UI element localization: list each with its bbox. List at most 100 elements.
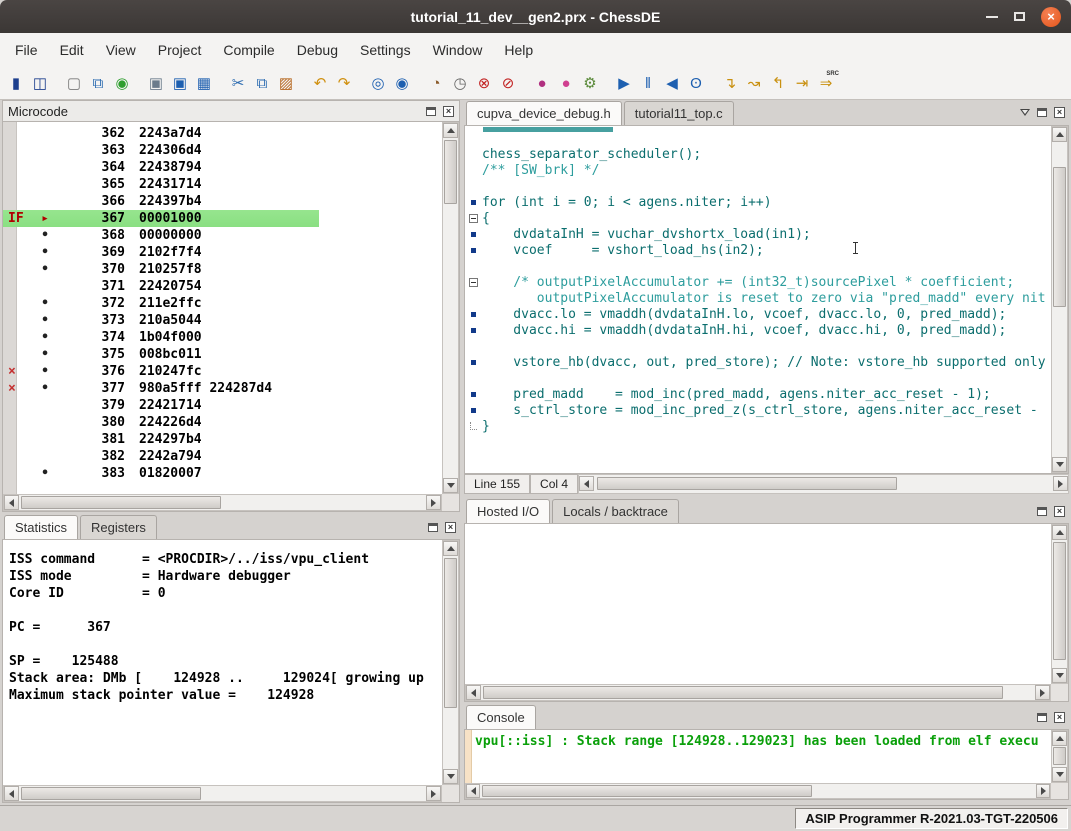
scroll-right-button[interactable] — [426, 495, 441, 510]
step-source-icon[interactable]: ⇒SRC — [815, 72, 837, 94]
menu-item-window[interactable]: Window — [422, 36, 494, 64]
code-line[interactable]: outputPixelAccumulator is reset to zero … — [465, 290, 1051, 306]
editor-horizontal-scrollbar[interactable] — [578, 474, 1069, 494]
console-horizontal-scrollbar[interactable] — [465, 783, 1051, 799]
scrollbar-thumb[interactable] — [482, 785, 812, 797]
project-view-icon[interactable]: ▮ — [5, 72, 27, 94]
open-file-icon[interactable]: ⧉ — [87, 72, 109, 94]
reset-icon[interactable]: ◀ — [661, 72, 683, 94]
microcode-row-372[interactable]: •372211e2ffc — [3, 295, 442, 312]
breakpoint-icon[interactable]: ● — [531, 72, 553, 94]
code-line[interactable]: /* outputPixelAccumulator += (int32_t)so… — [465, 274, 1051, 290]
save-as-icon[interactable]: ▣ — [145, 72, 167, 94]
microcode-row-369[interactable]: •3692102f7f4 — [3, 244, 442, 261]
tab-statistics[interactable]: Statistics — [4, 515, 78, 539]
scroll-left-button[interactable] — [466, 685, 481, 700]
scrollbar-thumb[interactable] — [444, 140, 457, 204]
scrollbar-thumb[interactable] — [21, 496, 221, 509]
microcode-row-366[interactable]: 366224397b4 — [3, 193, 442, 210]
scrollbar-thumb[interactable] — [483, 686, 1003, 699]
code-line[interactable]: dvacc.lo = vmaddh(dvdataInH.lo, vcoef, d… — [465, 306, 1051, 322]
microcode-restore-panel-icon[interactable] — [426, 107, 436, 116]
code-line[interactable]: chess_separator_scheduler(); — [465, 146, 1051, 162]
cut-icon[interactable]: ✂ — [227, 72, 249, 94]
scroll-down-button[interactable] — [1052, 668, 1067, 683]
statistics-restore-panel-icon[interactable] — [428, 523, 438, 532]
build-timed-icon[interactable]: ◷ — [449, 72, 471, 94]
scroll-up-button[interactable] — [1052, 525, 1067, 540]
menu-item-compile[interactable]: Compile — [212, 36, 285, 64]
code-line[interactable]: dvacc.hi = vmaddh(dvdataInH.hi, vcoef, d… — [465, 322, 1051, 338]
scroll-down-button[interactable] — [443, 478, 458, 493]
console-close-panel-icon[interactable]: × — [1054, 712, 1065, 723]
watchpoint-icon[interactable]: ● — [555, 72, 577, 94]
console-restore-panel-icon[interactable] — [1037, 713, 1047, 722]
code-line[interactable] — [465, 258, 1051, 274]
microcode-horizontal-scrollbar[interactable] — [3, 494, 442, 511]
save-icon[interactable]: ▣ — [169, 72, 191, 94]
find-next-icon[interactable]: ◉ — [391, 72, 413, 94]
scrollbar-thumb[interactable] — [1053, 747, 1066, 765]
menu-item-settings[interactable]: Settings — [349, 36, 422, 64]
reload-file-icon[interactable]: ◉ — [111, 72, 133, 94]
code-line[interactable]: for (int i = 0; i < agens.niter; i++) — [465, 194, 1051, 210]
menu-item-project[interactable]: Project — [147, 36, 213, 64]
microcode-vertical-scrollbar[interactable] — [442, 122, 459, 494]
menu-item-file[interactable]: File — [4, 36, 49, 64]
code-line[interactable]: vstore_hb(dvacc, out, pred_store); // No… — [465, 354, 1051, 370]
copy-icon[interactable]: ⧉ — [251, 72, 273, 94]
scroll-down-button[interactable] — [443, 769, 458, 784]
microcode-row-364[interactable]: 36422438794 — [3, 159, 442, 176]
editor-close-panel-icon[interactable]: × — [1054, 107, 1065, 118]
tab-cupva-device-debug-h[interactable]: cupva_device_debug.h — [466, 101, 622, 125]
scrollbar-thumb[interactable] — [1053, 542, 1066, 660]
code-line[interactable]: s_ctrl_store = mod_inc_pred_z(s_ctrl_sto… — [465, 402, 1051, 418]
scrollbar-thumb[interactable] — [444, 558, 457, 708]
io-restore-panel-icon[interactable] — [1037, 507, 1047, 516]
microcode-row-381[interactable]: 381224297b4 — [3, 431, 442, 448]
statistics-vertical-scrollbar[interactable] — [442, 540, 459, 785]
pause-icon[interactable]: ‖ — [637, 72, 659, 94]
minimize-icon[interactable] — [986, 16, 998, 18]
scrollbar-thumb[interactable] — [21, 787, 201, 800]
scroll-up-button[interactable] — [1052, 731, 1067, 746]
scroll-up-button[interactable] — [443, 123, 458, 138]
code-line[interactable] — [465, 370, 1051, 386]
fold-icon[interactable] — [469, 278, 478, 287]
microcode-close-panel-icon[interactable]: × — [443, 106, 454, 117]
scroll-up-button[interactable] — [1052, 127, 1067, 142]
code-line[interactable]: } — [465, 418, 1051, 434]
titlebar[interactable]: tutorial_11_dev__gen2.prx - ChessDE × — [0, 0, 1071, 33]
menu-item-view[interactable]: View — [95, 36, 147, 64]
microcode-row-382[interactable]: 3822242a794 — [3, 448, 442, 465]
microcode-row-376[interactable]: ×•376210247fc — [3, 363, 442, 380]
scrollbar-thumb[interactable] — [597, 477, 897, 490]
code-line[interactable]: /** [SW_brk] */ — [465, 162, 1051, 178]
microcode-row-367[interactable]: IF▸36700001000 — [3, 210, 442, 227]
tab-tutorial11-top-c[interactable]: tutorial11_top.c — [624, 101, 734, 125]
stop-build-icon[interactable]: ⊗ — [473, 72, 495, 94]
microcode-row-374[interactable]: •3741b04f000 — [3, 329, 442, 346]
scroll-left-button[interactable] — [579, 476, 594, 491]
microcode-row-362[interactable]: 3622243a7d4 — [3, 125, 442, 142]
save-all-icon[interactable]: ▦ — [193, 72, 215, 94]
scroll-left-button[interactable] — [4, 495, 19, 510]
microcode-row-383[interactable]: •38301820007 — [3, 465, 442, 482]
microcode-row-375[interactable]: •375008bc011 — [3, 346, 442, 363]
step-into-icon[interactable]: ↴ — [719, 72, 741, 94]
redo-icon[interactable]: ↷ — [333, 72, 355, 94]
code-line[interactable] — [465, 338, 1051, 354]
editor-restore-panel-icon[interactable] — [1037, 108, 1047, 117]
scroll-up-button[interactable] — [443, 541, 458, 556]
scroll-right-button[interactable] — [1035, 685, 1050, 700]
editor-body[interactable]: chess_separator_scheduler();/** [SW_brk]… — [464, 125, 1069, 474]
run-icon[interactable]: ▶ — [613, 72, 635, 94]
run-config-gears-icon[interactable]: ⚙ — [579, 72, 601, 94]
menu-item-help[interactable]: Help — [493, 36, 544, 64]
maximize-icon[interactable] — [1014, 12, 1025, 21]
microcode-row-365[interactable]: 36522431714 — [3, 176, 442, 193]
run-to-cursor-icon[interactable]: ⇥ — [791, 72, 813, 94]
microcode-row-380[interactable]: 380224226d4 — [3, 414, 442, 431]
code-line[interactable]: vcoef = vshort_load_hs(in2); — [465, 242, 1051, 258]
menu-item-edit[interactable]: Edit — [49, 36, 95, 64]
